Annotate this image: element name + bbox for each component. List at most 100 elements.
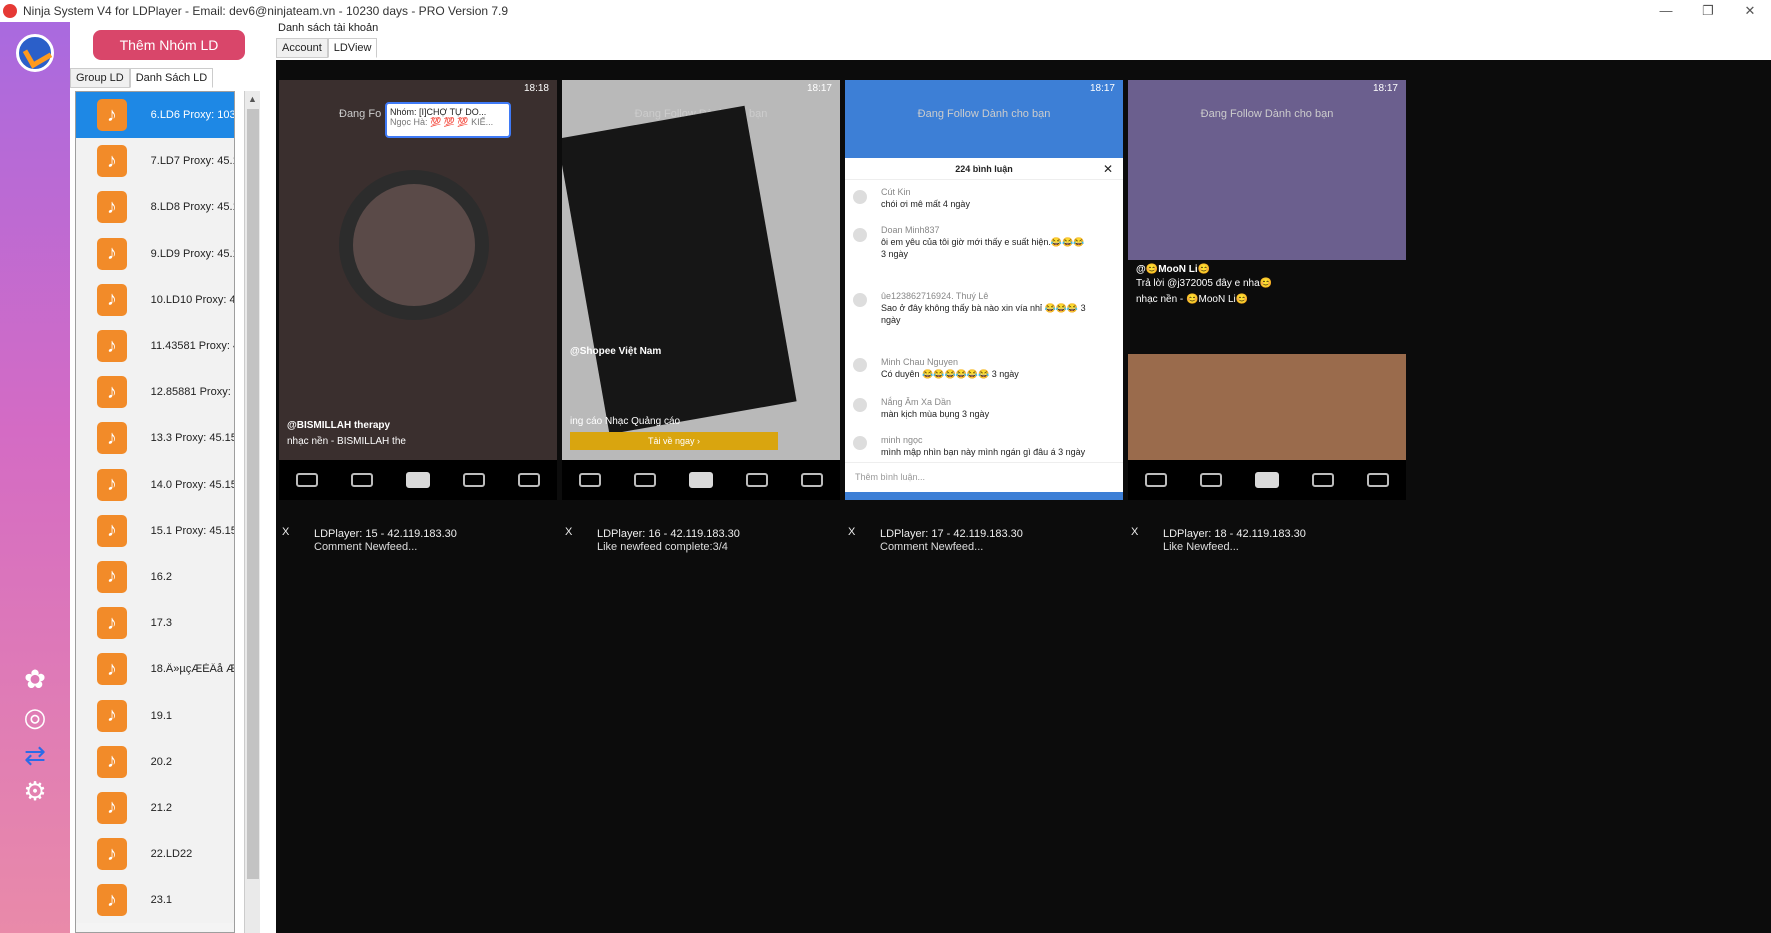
tiktok-icon: ♪ <box>97 745 127 778</box>
home-icon[interactable] <box>295 473 318 487</box>
account-item[interactable]: ♪ 20.2 <box>76 738 234 785</box>
create-plus-icon[interactable] <box>405 472 430 488</box>
close-ld-button[interactable]: X <box>1131 526 1138 538</box>
inbox-icon[interactable] <box>746 473 769 487</box>
account-label: 10.LD10 Proxy: 45.... <box>150 293 234 306</box>
close-comments-icon[interactable]: ✕ <box>1103 162 1113 176</box>
comment-item[interactable]: Doan Minh837 ôi em yêu của tôi giờ mới th… <box>881 224 1091 260</box>
tab-ldview[interactable]: LDView <box>327 38 378 58</box>
notification-overlay[interactable]: Nhóm: [I]CHỢ TỰ DO... Ngọc Hà: 💯 💯 💯 KIẾ… <box>385 102 511 138</box>
overlay-title: Nhóm: [I]CHỢ TỰ DO... <box>390 107 487 117</box>
add-group-button[interactable]: Thêm Nhóm LD <box>93 30 245 60</box>
search-icon[interactable] <box>633 473 656 487</box>
tiktok-icon: ♪ <box>97 884 127 917</box>
account-item[interactable]: ♪ 8.LD8 Proxy: 45.1... <box>76 184 234 231</box>
account-item[interactable]: ♪ 22.LD22 <box>76 831 234 878</box>
account-item[interactable]: ♪ 17.3 <box>76 600 234 647</box>
video-author[interactable]: @Shopee Việt Nam <box>570 346 661 357</box>
comment-item[interactable]: minh ngọc mình mập nhìn bạn này mình ngán… <box>881 434 1101 458</box>
account-label: 12.85881 Proxy: 4... <box>150 386 234 399</box>
close-ld-button[interactable]: X <box>848 526 855 538</box>
search-icon[interactable] <box>1199 473 1222 487</box>
comment-item[interactable]: Nắng Âm Xa Dần màn kịch mùa bụng 3 ngày <box>881 396 1091 420</box>
sync-icon[interactable]: ⇄ <box>18 738 52 772</box>
account-label: 7.LD7 Proxy: 45.1... <box>150 155 234 168</box>
ld-view-area: 18:18 Đang Fo Nhóm: [I]CHỢ TỰ DO... Ngọc… <box>276 60 1771 933</box>
account-item[interactable]: ♪ 13.3 Proxy: 45.15... <box>76 415 234 462</box>
feed-header: Đang Follow Dành cho bạn <box>1200 108 1334 120</box>
ld-caption-title: LDPlayer: 15 - 42.119.183.30 <box>314 528 457 540</box>
account-item[interactable]: ♪ 19.1 <box>76 692 234 739</box>
profile-icon[interactable] <box>518 473 541 487</box>
account-item[interactable]: ♪ 11.43581 Proxy: 4... <box>76 322 234 370</box>
close-ld-button[interactable]: X <box>565 526 572 538</box>
download-cta-button[interactable]: Tải về ngay › <box>570 432 778 450</box>
profile-icon[interactable] <box>1367 473 1390 487</box>
logo-icon <box>16 34 54 72</box>
music-label[interactable]: nhạc nền - BISMILLAH the <box>287 436 406 447</box>
home-icon[interactable] <box>578 473 601 487</box>
account-item[interactable]: ♪ 10.LD10 Proxy: 45.... <box>76 276 234 323</box>
bottom-nav <box>562 460 840 500</box>
profile-icon[interactable] <box>801 473 824 487</box>
video-author[interactable]: @😊MooN Li😊 <box>1136 264 1210 275</box>
phone-screen-17[interactable]: 18:17 Đang Follow Dành cho bạn 224 bình … <box>845 80 1123 500</box>
reply-text: Trả lời @j372005 đây e nha😊 <box>1136 278 1273 289</box>
main-header: Danh sách tài khoản Account LDView <box>270 22 1771 60</box>
phone-screen-15[interactable]: 18:18 Đang Fo Nhóm: [I]CHỢ TỰ DO... Ngọc… <box>279 80 557 500</box>
section-title: Danh sách tài khoản <box>278 22 379 34</box>
account-label: 17.3 <box>150 617 173 630</box>
maximize-button[interactable]: ❐ <box>1687 0 1729 22</box>
comment-text: màn kịch mùa bụng 3 ngày <box>881 409 990 419</box>
window-title: Ninja System V4 for LDPlayer - Email: de… <box>23 4 509 18</box>
video-author[interactable]: @BISMILLAH therapy <box>287 420 390 431</box>
tiktok-icon: ♪ <box>97 99 127 132</box>
inbox-icon[interactable] <box>463 473 486 487</box>
account-item[interactable]: ♪ 14.0 Proxy: 45.15... <box>76 461 234 508</box>
account-list-scrollbar[interactable]: ▲ <box>244 91 260 933</box>
account-item[interactable]: ♪ 21.2 <box>76 784 234 831</box>
left-sidebar: ✿ ◎ ⇄ ⚙ <box>0 22 70 933</box>
group-users-icon[interactable]: ✿ <box>18 662 52 696</box>
account-item[interactable]: ♪ 16.2 <box>76 553 234 601</box>
video-content <box>1128 80 1406 260</box>
create-plus-icon[interactable] <box>1254 472 1279 488</box>
account-item[interactable]: ♪ 6.LD6 Proxy: 103.... <box>76 92 234 139</box>
tiktok-icon: ♪ <box>97 699 127 732</box>
home-icon[interactable] <box>1144 473 1167 487</box>
account-item[interactable]: ♪ 12.85881 Proxy: 4... <box>76 369 234 416</box>
comment-item[interactable]: ûe123862716924. Thuý Lê Sao ở đây không t… <box>881 290 1091 326</box>
inbox-icon[interactable] <box>1312 473 1335 487</box>
music-label[interactable]: nhạc nền - 😊MooN Li😊 <box>1136 294 1248 305</box>
tab-ld-list[interactable]: Danh Sách LD <box>129 68 214 88</box>
account-label: 20.2 <box>150 755 173 768</box>
create-plus-icon[interactable] <box>688 472 713 488</box>
account-item[interactable]: ♪ 18.Ä»µçÆÈÄå Æ<-18 <box>76 646 234 693</box>
phone-screen-18[interactable]: 18:17 Đang Follow Dành cho bạn @😊MooN Li… <box>1128 80 1406 500</box>
comment-item[interactable]: Cút Kin chói ơi mê mất 4 ngày <box>881 186 970 210</box>
account-item[interactable]: ♪ 15.1 Proxy: 45.15... <box>76 507 234 554</box>
close-ld-button[interactable]: X <box>282 526 289 538</box>
close-button[interactable]: ✕ <box>1729 0 1771 22</box>
comment-author: minh ngọc <box>881 435 923 445</box>
scrollbar-thumb[interactable] <box>247 109 259 879</box>
tiktok-icon: ♪ <box>97 283 127 316</box>
phone-screen-16[interactable]: 18:17 Đang Follow Dành cho bạn @Shopee V… <box>562 80 840 500</box>
search-icon[interactable] <box>350 473 373 487</box>
settings-gear-icon[interactable]: ⚙ <box>18 774 52 808</box>
tab-account[interactable]: Account <box>276 38 328 58</box>
avatar <box>853 358 867 372</box>
comment-item[interactable]: Minh Chau Nguyen Có duyên 😂😂😂😂😂😂 3 ngày <box>881 356 1091 380</box>
account-label: 22.LD22 <box>150 848 193 861</box>
scroll-up-icon[interactable]: ▲ <box>245 91 260 107</box>
avatar <box>853 398 867 412</box>
minimize-button[interactable]: — <box>1645 0 1687 22</box>
music-label[interactable]: ing cáo Nhạc Quảng cáo <box>570 416 680 427</box>
account-item[interactable]: ♪ 23.1 <box>76 877 234 924</box>
account-item[interactable]: ♪ 7.LD7 Proxy: 45.1... <box>76 138 234 185</box>
refresh-icon[interactable]: ◎ <box>18 700 52 734</box>
comment-author: Minh Chau Nguyen <box>881 357 959 367</box>
account-item[interactable]: ♪ 9.LD9 Proxy: 45.1... <box>76 230 234 277</box>
tab-group-ld[interactable]: Group LD <box>70 68 130 88</box>
comment-input[interactable]: Thêm bình luận... <box>845 462 1123 492</box>
